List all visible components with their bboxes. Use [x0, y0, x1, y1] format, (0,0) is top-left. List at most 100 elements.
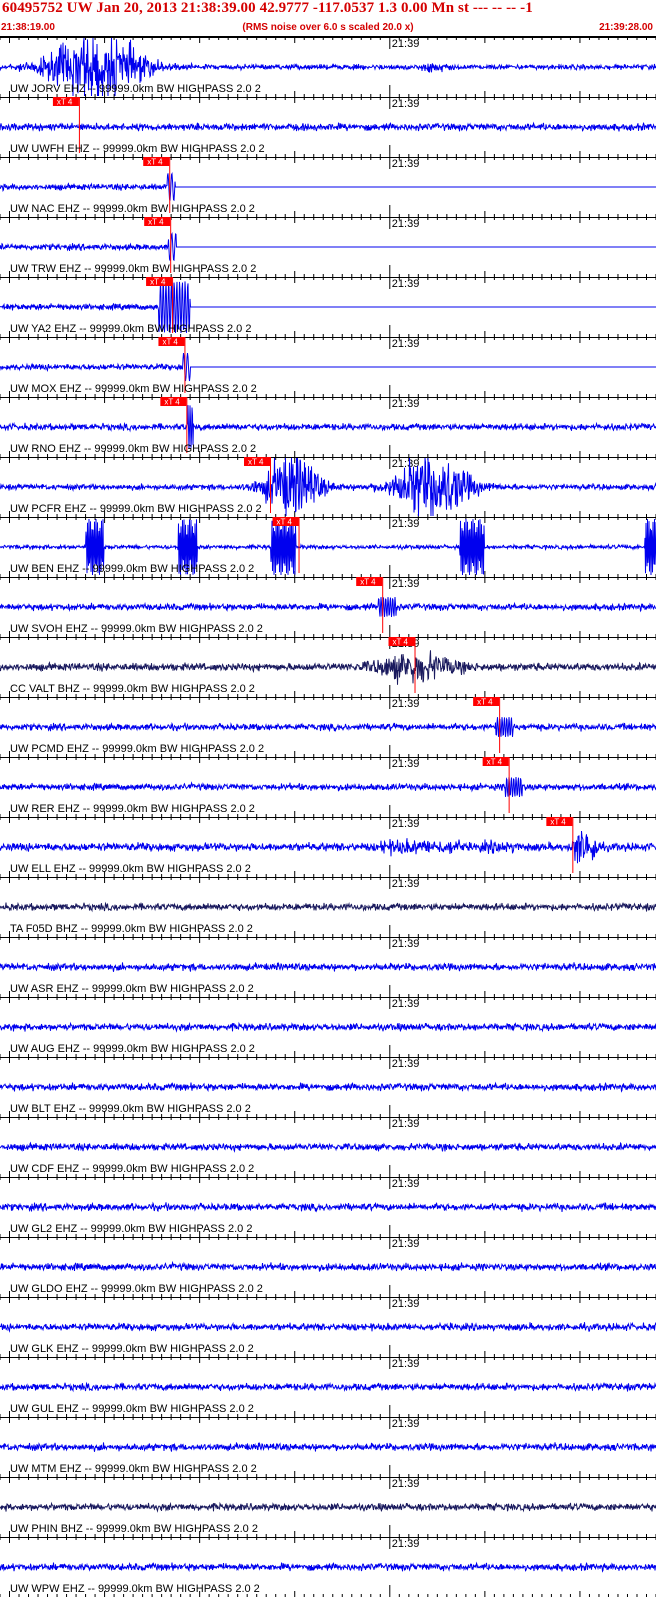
trace-row: 21:39 UW AUG EHZ -- 99999.0km BW HIGHPASS…	[0, 997, 656, 1057]
pick-label: xT 4	[248, 458, 264, 467]
minute-tick-label: 21:39	[392, 818, 420, 830]
trace-row: 21:39 UW GLDO EHZ -- 99999.0km BW HIGHPAS…	[0, 1237, 656, 1297]
station-label: UW AUG EHZ -- 99999.0km BW HIGHPASS 2.0 …	[10, 1043, 255, 1055]
minute-tick-label: 21:39	[392, 1418, 420, 1430]
trace-row: 21:39xT 4CC VALT BHZ -- 99999.0km BW HIG…	[0, 637, 656, 697]
waveform-trace	[0, 231, 656, 262]
waveform-trace	[0, 121, 656, 132]
minute-tick-label: 21:39	[392, 1178, 420, 1190]
trace-row: 21:39 xT 4 UW PCFR EHZ -- 99999.0km BW HIG…	[0, 457, 656, 517]
pick-label: xT 4	[150, 278, 166, 287]
station-label: UW PCFR EHZ -- 99999.0km BW HIGHPASS 2.0…	[10, 503, 262, 515]
minute-tick-label: 21:39	[392, 1538, 420, 1550]
pick-label: xT 4	[57, 98, 73, 107]
trace-row: 21:39 UW GUL EHZ -- 99999.0km BW HIGHPASS…	[0, 1357, 656, 1417]
minute-tick-label: 21:39	[392, 1238, 420, 1250]
station-label: UW JORV EHZ -- 99999.0km BW HIGHPASS 2.0…	[10, 83, 261, 95]
station-label: UW GLK EHZ -- 99999.0km BW HIGHPASS 2.0 …	[10, 1343, 254, 1355]
station-label: TA F05D BHZ -- 99999.0km BW HIGHPASS 2.0…	[10, 923, 253, 935]
station-label: CC VALT BHZ -- 99999.0km BW HIGHPASS 2.0…	[10, 683, 255, 695]
trace-row: 21:39 UW ASR EHZ -- 99999.0km BW HIGHPASS…	[0, 937, 656, 997]
trace-row: 21:39 xT 4 UW YA2 EHZ -- 99999.0km BW HIGH…	[0, 277, 656, 337]
minute-tick-label: 21:39	[392, 338, 420, 350]
station-label: UW ELL EHZ -- 99999.0km BW HIGHPASS 2.0 …	[10, 863, 251, 875]
trace-row: 21:39 UW CDF EHZ -- 99999.0km BW HIGHPASS…	[0, 1117, 656, 1177]
waveform-trace	[0, 1321, 656, 1333]
waveform-trace	[0, 1260, 656, 1272]
pick-label: xT 4	[164, 398, 180, 407]
station-label: UW PHIN BHZ -- 99999.0km BW HIGHPASS 2.0…	[10, 1523, 258, 1535]
waveform-trace	[0, 1381, 656, 1393]
station-label: UW BLT EHZ -- 99999.0km BW HIGHPASS 2.0 …	[10, 1103, 251, 1115]
trace-row: 21:39 UW BLT EHZ -- 99999.0km BW HIGHPASS…	[0, 1057, 656, 1117]
station-label: UW UWFH EHZ -- 99999.0km BW HIGHPASS 2.0…	[10, 143, 265, 155]
station-label: UW RNO EHZ -- 99999.0km BW HIGHPASS 2.0 …	[10, 443, 256, 455]
waveform-trace	[0, 776, 656, 798]
waveform-trace	[0, 1441, 656, 1452]
trace-row: 21:39 xT 4 UW NAC EHZ -- 99999.0km BW HIGH…	[0, 157, 656, 217]
station-label: UW TRW EHZ -- 99999.0km BW HIGHPASS 2.0 …	[10, 263, 256, 275]
waveform-trace	[0, 650, 656, 685]
minute-tick-label: 21:39	[392, 218, 420, 230]
waveform-trace	[0, 596, 656, 618]
station-label: UW PCMD EHZ -- 99999.0km BW HIGHPASS 2.0…	[10, 743, 264, 755]
minute-tick-label: 21:39	[392, 518, 420, 530]
minute-tick-label: 21:39	[392, 38, 420, 50]
station-label: UW WPW EHZ -- 99999.0km BW HIGHPASS 2.0 …	[10, 1583, 260, 1595]
waveform-trace	[0, 1081, 656, 1093]
waveform-trace	[0, 171, 656, 202]
pick-label: xT 4	[477, 698, 493, 707]
minute-tick-label: 21:39	[392, 1478, 420, 1490]
waveform-trace	[0, 961, 656, 972]
station-label: UW YA2 EHZ -- 99999.0km BW HIGHPASS 2.0 …	[10, 323, 251, 335]
trace-row: 21:39 xT 4 UW RER EHZ -- 99999.0km BW HIGH…	[0, 757, 656, 817]
minute-tick-label: 21:39	[392, 1298, 420, 1310]
station-label: UW ASR EHZ -- 99999.0km BW HIGHPASS 2.0 …	[10, 983, 254, 995]
minute-tick-label: 21:39	[392, 398, 420, 410]
pick-label: xT 4	[277, 518, 293, 527]
pick-label: xT 4	[360, 578, 376, 587]
pick-label: xT 4	[550, 818, 566, 827]
minute-tick-label: 21:39	[392, 578, 420, 590]
trace-row: 21:39 xT 4 UW TRW EHZ -- 99999.0km BW HIGH…	[0, 217, 656, 277]
minute-tick-label: 21:39	[392, 1058, 420, 1070]
trace-row: 21:39 xT 4 UW RNO EHZ -- 99999.0km BW HIGH…	[0, 397, 656, 457]
waveform-trace	[0, 1561, 656, 1573]
station-label: UW GL2 EHZ -- 99999.0km BW HIGHPASS 2.0 …	[10, 1223, 252, 1235]
station-label: UW GLDO EHZ -- 99999.0km BW HIGHPASS 2.0…	[10, 1283, 263, 1295]
waveform-trace	[0, 1201, 656, 1213]
trace-row: 21:39 xT 4 UW SVOH EHZ -- 99999.0km BW HIG…	[0, 577, 656, 637]
minute-tick-label: 21:39	[392, 278, 420, 290]
trace-row: 21:39 xT 4 UW BEN EHZ -- 99999.0km BW HIGH…	[0, 517, 656, 577]
waveform-trace	[0, 717, 656, 737]
waveform-trace	[0, 352, 656, 382]
waveform-trace	[0, 830, 656, 864]
waveform-trace	[0, 901, 656, 913]
station-label: UW NAC EHZ -- 99999.0km BW HIGHPASS 2.0 …	[10, 203, 255, 215]
minute-tick-label: 21:39	[392, 998, 420, 1010]
minute-tick-label: 21:39	[392, 938, 420, 950]
pick-label: xT 4	[147, 158, 163, 167]
trace-row: 21:39 UW WPW EHZ -- 99999.0km BW HIGHPASS…	[0, 1537, 656, 1597]
minute-tick-label: 21:39	[392, 698, 420, 710]
station-label: UW GUL EHZ -- 99999.0km BW HIGHPASS 2.0 …	[10, 1403, 254, 1415]
trace-row: 21:39 xT 4 UW MOX EHZ -- 99999.0km BW HIGH…	[0, 337, 656, 397]
waveform-trace	[0, 1021, 656, 1033]
trace-row: 21:39 TA F05D BHZ -- 99999.0km BW HIGHPAS…	[0, 877, 656, 937]
station-label: UW RER EHZ -- 99999.0km BW HIGHPASS 2.0 …	[10, 803, 255, 815]
station-label: UW MTM EHZ -- 99999.0km BW HIGHPASS 2.0 …	[10, 1463, 257, 1475]
station-label: UW MOX EHZ -- 99999.0km BW HIGHPASS 2.0 …	[10, 383, 257, 395]
trace-row: 21:39 UW PHIN BHZ -- 99999.0km BW HIGHPAS…	[0, 1477, 656, 1537]
minute-tick-label: 21:39	[392, 758, 420, 770]
waveform-trace	[0, 1141, 656, 1153]
trace-row: 21:39 UW JORV EHZ -- 99999.0km BW HIGHPAS…	[0, 37, 656, 97]
pick-label: xT 4	[162, 338, 178, 347]
minute-tick-label: 21:39	[392, 158, 420, 170]
seismogram-plot: 21:39 UW JORV EHZ -- 99999.0km BW HIGHPAS…	[0, 36, 656, 1597]
trace-row: 21:39 UW GL2 EHZ -- 99999.0km BW HIGHPASS…	[0, 1177, 656, 1237]
waveform-trace	[0, 1501, 656, 1513]
trace-row: 21:39 UW MTM EHZ -- 99999.0km BW HIGHPASS…	[0, 1417, 656, 1477]
station-label: UW SVOH EHZ -- 99999.0km BW HIGHPASS 2.0…	[10, 623, 263, 635]
trace-row: 21:39 xT 4 UW UWFH EHZ -- 99999.0km BW HIG…	[0, 97, 656, 157]
station-label: UW CDF EHZ -- 99999.0km BW HIGHPASS 2.0 …	[10, 1163, 254, 1175]
